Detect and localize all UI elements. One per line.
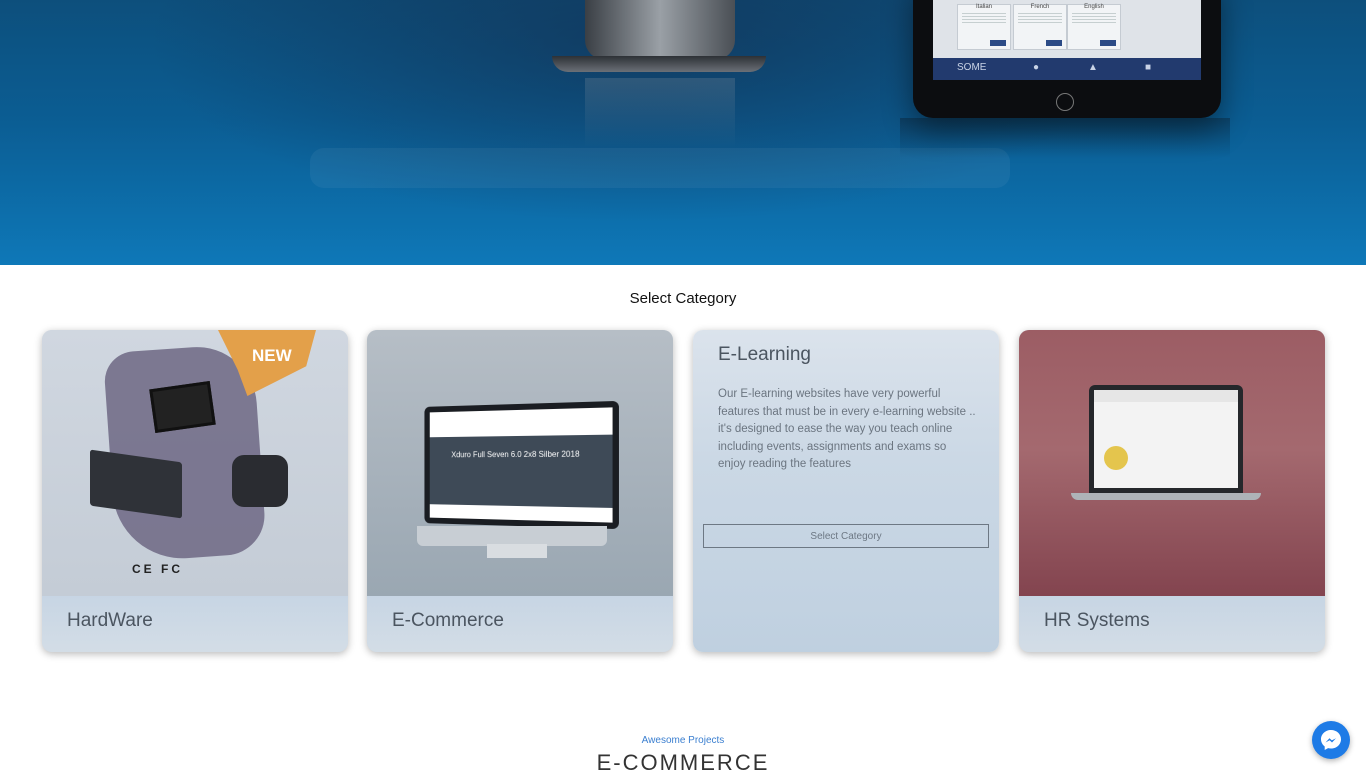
imac-screen: Xduro Full Seven 6.0 2x8 Silber 2018 xyxy=(429,407,613,523)
monitor-base-image xyxy=(552,56,766,72)
laptop-mockup xyxy=(1089,385,1243,493)
cash-drawer-image xyxy=(90,449,182,519)
tablet-card-title: English xyxy=(1084,4,1104,10)
projects-subtitle: Awesome Projects xyxy=(641,735,725,746)
tablet-card-button xyxy=(1046,40,1062,46)
monitor-stand-image xyxy=(585,0,735,60)
messenger-chat-button[interactable] xyxy=(1312,721,1350,759)
category-card-hr-systems[interactable]: HR Systems xyxy=(1019,330,1325,652)
projects-heading: E-COMMERCE xyxy=(596,750,770,775)
card-description: Our E-learning websites have very powerf… xyxy=(718,388,976,470)
graduation-cap-icon: ▲ xyxy=(1088,62,1098,73)
category-card-hardware[interactable]: NEW CE FC HardWare xyxy=(42,330,348,652)
card-label: E-Commerce xyxy=(392,610,504,631)
tablet-card-title: Italian xyxy=(975,4,992,10)
card-footer: HR Systems xyxy=(1019,596,1325,652)
tablet-reflection xyxy=(900,118,1230,158)
category-card-elearning[interactable]: E-Learning Our E-learning websites have … xyxy=(693,330,999,652)
laptop-app-bar xyxy=(1094,390,1238,402)
imac-hero-text: Xduro Full Seven 6.0 2x8 Silber 2018 xyxy=(451,449,580,460)
card-label: HardWare xyxy=(67,610,153,631)
imac-stand xyxy=(487,544,547,558)
category-card-ecommerce[interactable]: Xduro Full Seven 6.0 2x8 Silber 2018 E-C… xyxy=(367,330,673,652)
imac-chin xyxy=(417,526,607,546)
tablet-card: Italian xyxy=(957,4,1011,50)
user-icon: ● xyxy=(1033,62,1040,73)
hardware-image: NEW CE FC xyxy=(42,330,348,596)
pos-terminal-image xyxy=(149,380,216,434)
laptop-chart-graphic xyxy=(1104,446,1128,470)
tablet-card: English xyxy=(1067,4,1121,50)
tablet-mockup: Italian French English SOME ● ▲ ■ xyxy=(913,0,1221,118)
section-title: Select Category xyxy=(629,290,737,307)
tablet-nav-bar: SOME ● ▲ ■ xyxy=(933,58,1201,80)
monitor-reflection xyxy=(585,78,735,148)
hero-banner: Italian French English SOME ● ▲ ■ xyxy=(0,0,1366,265)
tablet-card-title: French xyxy=(1030,4,1050,10)
tablet-card-text xyxy=(1018,13,1062,25)
laptop-screen xyxy=(1094,390,1238,488)
card-footer: E-Commerce xyxy=(367,596,673,652)
messenger-icon xyxy=(1321,730,1341,750)
tablet-card-text xyxy=(1072,13,1116,25)
laptop-base xyxy=(1071,493,1261,500)
imac-mockup: Xduro Full Seven 6.0 2x8 Silber 2018 xyxy=(424,400,619,530)
tablet-card-button xyxy=(1100,40,1116,46)
select-category-button[interactable]: Select Category xyxy=(703,524,989,548)
tablet-screen: Italian French English SOME ● ▲ ■ xyxy=(933,0,1201,80)
ecommerce-image: Xduro Full Seven 6.0 2x8 Silber 2018 xyxy=(367,330,673,596)
hr-systems-image xyxy=(1019,330,1325,596)
tablet-home-button xyxy=(1056,93,1074,111)
tablet-card-button xyxy=(990,40,1006,46)
receipt-printer-image xyxy=(232,455,288,507)
card-label: HR Systems xyxy=(1044,610,1150,631)
certification-marks: CE FC xyxy=(132,562,183,576)
tablet-card: French xyxy=(1013,4,1067,50)
puzzle-icon: ■ xyxy=(1145,62,1152,73)
imac-hero-banner: Xduro Full Seven 6.0 2x8 Silber 2018 xyxy=(429,434,613,508)
new-badge-label: NEW xyxy=(252,346,292,365)
tablet-card-text xyxy=(962,13,1006,25)
card-title: E-Learning xyxy=(718,344,811,365)
tablet-nav-label: SOME xyxy=(957,62,987,73)
card-footer: HardWare xyxy=(42,596,348,652)
